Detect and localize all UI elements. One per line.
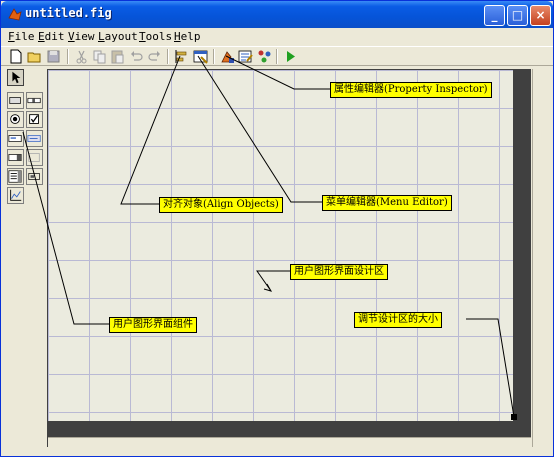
edit-text-icon[interactable]	[7, 130, 24, 147]
static-text-icon[interactable]	[26, 130, 43, 147]
matlab-logo-icon	[8, 8, 22, 21]
save-icon[interactable]	[45, 48, 62, 65]
menu-bar: File Edit View Layout Tools Help	[1, 28, 553, 46]
toolbar	[1, 46, 553, 66]
slider-icon[interactable]	[26, 92, 43, 109]
menu-edit[interactable]: Edit	[38, 30, 65, 43]
run-icon[interactable]	[282, 48, 299, 65]
property-inspector-icon[interactable]	[219, 48, 236, 65]
close-button[interactable]: ×	[530, 5, 551, 26]
callout-property-inspector: 属性编辑器(Property Inspector)	[330, 82, 492, 98]
paste-icon[interactable]	[109, 48, 126, 65]
callout-design-area: 用户图形界面设计区	[290, 264, 388, 280]
radio-button-icon[interactable]	[7, 111, 24, 128]
toolbar-separator	[167, 49, 169, 64]
callout-menu-editor: 菜单编辑器(Menu Editor)	[322, 195, 452, 211]
toggle-button-icon[interactable]	[26, 149, 43, 166]
mfile-editor-icon[interactable]	[237, 48, 254, 65]
maximize-button[interactable]: □	[507, 5, 528, 26]
toolbar-separator	[67, 49, 69, 64]
resize-handle[interactable]	[511, 414, 517, 420]
redo-icon[interactable]	[146, 48, 163, 65]
axes-icon[interactable]	[7, 187, 24, 204]
undo-icon[interactable]	[128, 48, 145, 65]
menu-help[interactable]: Help	[174, 30, 201, 43]
select-arrow-icon[interactable]	[7, 69, 24, 86]
guide-window: untitled.fig _ □ × File Edit View Layout…	[0, 0, 554, 457]
menu-view[interactable]: View	[68, 30, 95, 43]
cut-icon[interactable]	[73, 48, 90, 65]
toolbar-separator	[276, 49, 278, 64]
listbox-icon[interactable]	[7, 168, 24, 185]
gui-layout-area[interactable]	[48, 70, 513, 421]
horizontal-scrollbar[interactable]	[48, 437, 531, 451]
popup-menu-icon[interactable]	[7, 149, 24, 166]
window-title: untitled.fig	[25, 6, 112, 20]
toolbar-separator	[213, 49, 215, 64]
menu-layout[interactable]: Layout	[98, 30, 138, 43]
callout-align-objects: 对齐对象(Align Objects)	[159, 197, 283, 213]
push-button-icon[interactable]	[7, 92, 24, 109]
new-icon[interactable]	[7, 48, 24, 65]
vertical-scrollbar[interactable]	[532, 69, 546, 447]
copy-icon[interactable]	[91, 48, 108, 65]
callout-gui-components: 用户图形界面组件	[109, 317, 197, 333]
callout-resize-area: 调节设计区的大小	[354, 312, 442, 328]
align-objects-icon[interactable]	[173, 48, 190, 65]
menu-editor-icon[interactable]	[192, 48, 209, 65]
menu-tools[interactable]: Tools	[139, 30, 172, 43]
component-palette	[7, 69, 45, 209]
checkbox-icon[interactable]	[26, 111, 43, 128]
frame-icon[interactable]	[26, 168, 43, 185]
minimize-button[interactable]: _	[484, 5, 505, 26]
menu-file[interactable]: File	[8, 30, 35, 43]
open-icon[interactable]	[26, 48, 43, 65]
object-browser-icon[interactable]	[256, 48, 273, 65]
title-bar[interactable]: untitled.fig _ □ ×	[1, 1, 553, 28]
